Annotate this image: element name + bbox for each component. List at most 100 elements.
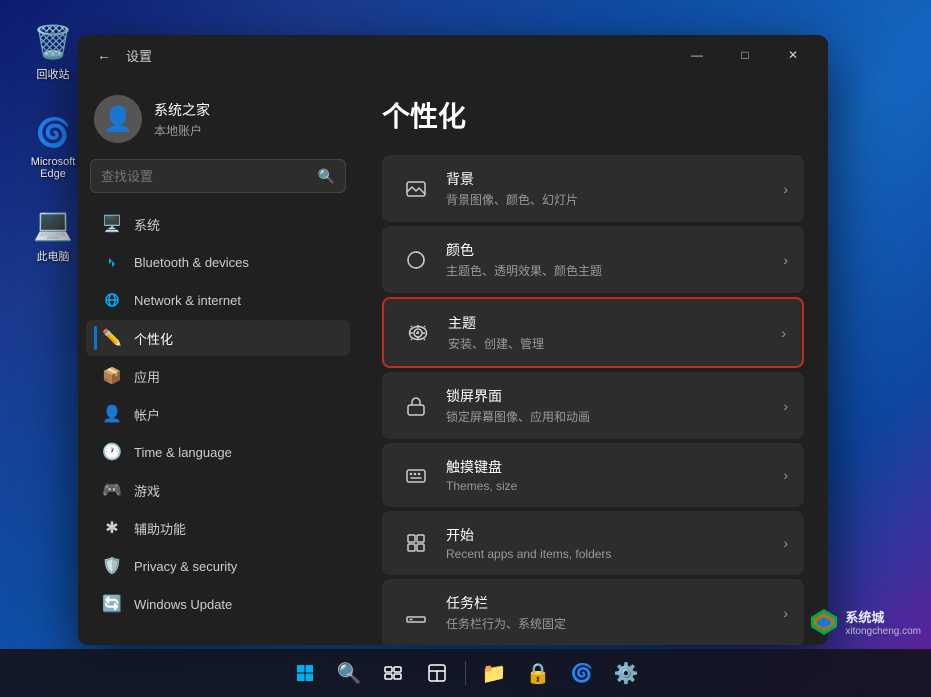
start-title: 开始: [446, 525, 783, 545]
recycle-bin-icon: 🗑️: [33, 22, 73, 62]
lockscreen-icon: [398, 388, 434, 424]
settings-item-lockscreen[interactable]: 锁屏界面 锁定屏幕图像、应用和动画 ›: [382, 372, 804, 439]
sidebar-item-apps[interactable]: 📦 应用: [86, 358, 350, 394]
sidebar-item-gaming-label: 游戏: [134, 481, 160, 500]
update-icon: 🔄: [102, 594, 122, 614]
close-button[interactable]: ✕: [770, 39, 816, 71]
user-subtitle: 本地账户: [154, 122, 210, 139]
system-icon: 🖥️: [102, 214, 122, 234]
start-sub: Recent apps and items, folders: [446, 547, 783, 561]
watermark-text: 系统城 xitongcheng.com: [845, 607, 921, 637]
maximize-button[interactable]: □: [722, 39, 768, 71]
taskbar-icon: [398, 595, 434, 631]
sidebar-item-update[interactable]: 🔄 Windows Update: [86, 586, 350, 622]
widgets-button[interactable]: [417, 653, 457, 693]
edge-label: Microsoft Edge: [22, 156, 84, 180]
sidebar-item-network[interactable]: Network & internet: [86, 282, 350, 318]
start-arrow: ›: [783, 535, 788, 551]
thispc-label: 此电脑: [37, 248, 70, 264]
gaming-icon: 🎮: [102, 480, 122, 500]
taskbar-arrow: ›: [783, 605, 788, 621]
personalization-icon: ✏️: [102, 328, 122, 348]
sidebar-item-accessibility[interactable]: ✱ 辅助功能: [86, 510, 350, 546]
lockscreen-text: 锁屏界面 锁定屏幕图像、应用和动画: [446, 386, 783, 425]
privacy-icon: 🛡️: [102, 556, 122, 576]
themes-text: 主题 安装、创建、管理: [448, 313, 781, 352]
edge-icon: 🌀: [33, 112, 73, 152]
lockscreen-sub: 锁定屏幕图像、应用和动画: [446, 408, 783, 425]
edge-taskbar-button[interactable]: 🌀: [562, 653, 602, 693]
sidebar-item-privacy[interactable]: 🛡️ Privacy & security: [86, 548, 350, 584]
watermark: 系统城 xitongcheng.com: [809, 607, 921, 637]
user-info: 系统之家 本地账户: [154, 100, 210, 139]
sidebar-item-personalization-label: 个性化: [134, 329, 173, 348]
sidebar-item-bluetooth[interactable]: Bluetooth & devices: [86, 244, 350, 280]
sidebar-item-time[interactable]: 🕐 Time & language: [86, 434, 350, 470]
lockscreen-title: 锁屏界面: [446, 386, 783, 406]
watermark-diamond-icon: [809, 607, 839, 637]
sidebar-item-accessibility-label: 辅助功能: [134, 519, 186, 538]
settings-item-touchkeyboard[interactable]: 触摸键盘 Themes, size ›: [382, 443, 804, 507]
taskbar-sub: 任务栏行为、系统固定: [446, 615, 783, 632]
touchkeyboard-icon: [398, 457, 434, 493]
sidebar-item-system[interactable]: 🖥️ 系统: [86, 206, 350, 242]
back-button[interactable]: ←: [90, 41, 118, 69]
minimize-button[interactable]: —: [674, 39, 720, 71]
main-panel: 个性化 背景 背景图像、颜色、幻灯片 ›: [358, 75, 828, 645]
sidebar-item-network-label: Network & internet: [134, 293, 241, 308]
title-bar: ← 设置 — □ ✕: [78, 35, 828, 75]
taskbar-title: 任务栏: [446, 593, 783, 613]
start-icon: [398, 525, 434, 561]
avatar-icon: 👤: [103, 105, 133, 134]
settings-item-themes[interactable]: 主题 安装、创建、管理 ›: [382, 297, 804, 368]
settings-body: 👤 系统之家 本地账户 🔍 🖥️ 系统: [78, 75, 828, 645]
lock-taskbar-button[interactable]: 🔒: [518, 653, 558, 693]
search-icon: 🔍: [318, 168, 335, 185]
settings-taskbar-button[interactable]: ⚙️: [606, 653, 646, 693]
thispc-icon: 💻: [33, 204, 73, 244]
apps-icon: 📦: [102, 366, 122, 386]
explorer-taskbar-button[interactable]: 📁: [474, 653, 514, 693]
accounts-icon: 👤: [102, 404, 122, 424]
background-text: 背景 背景图像、颜色、幻灯片: [446, 169, 783, 208]
accessibility-icon: ✱: [102, 518, 122, 538]
background-title: 背景: [446, 169, 783, 189]
sidebar-item-personalization[interactable]: ✏️ 个性化: [86, 320, 350, 356]
themes-title: 主题: [448, 313, 781, 333]
sidebar-item-accounts[interactable]: 👤 帐户: [86, 396, 350, 432]
sidebar-item-update-label: Windows Update: [134, 597, 232, 612]
search-box[interactable]: 🔍: [90, 159, 346, 193]
start-text: 开始 Recent apps and items, folders: [446, 525, 783, 561]
user-name: 系统之家: [154, 100, 210, 120]
taskbar: 🔍 📁 🔒 🌀 ⚙️: [0, 649, 931, 697]
settings-item-start[interactable]: 开始 Recent apps and items, folders ›: [382, 511, 804, 575]
search-input[interactable]: [101, 169, 318, 184]
panel-title: 个性化: [382, 95, 804, 135]
user-profile[interactable]: 👤 系统之家 本地账户: [78, 83, 358, 159]
background-sub: 背景图像、颜色、幻灯片: [446, 191, 783, 208]
settings-item-colors[interactable]: 颜色 主题色、透明效果、颜色主题 ›: [382, 226, 804, 293]
sidebar-item-time-label: Time & language: [134, 445, 232, 460]
touchkeyboard-title: 触摸键盘: [446, 457, 783, 477]
bluetooth-icon: [102, 252, 122, 272]
start-button[interactable]: [285, 653, 325, 693]
settings-item-taskbar[interactable]: 任务栏 任务栏行为、系统固定 ›: [382, 579, 804, 645]
themes-arrow: ›: [781, 325, 786, 341]
settings-item-background[interactable]: 背景 背景图像、颜色、幻灯片 ›: [382, 155, 804, 222]
recycle-bin-label: 回收站: [37, 66, 70, 82]
colors-title: 颜色: [446, 240, 783, 260]
colors-arrow: ›: [783, 252, 788, 268]
lockscreen-arrow: ›: [783, 398, 788, 414]
window-controls: — □ ✕: [674, 39, 816, 71]
sidebar-item-privacy-label: Privacy & security: [134, 559, 237, 574]
sidebar-item-apps-label: 应用: [134, 367, 160, 386]
sidebar-item-bluetooth-label: Bluetooth & devices: [134, 255, 249, 270]
avatar: 👤: [94, 95, 142, 143]
network-icon: [102, 290, 122, 310]
sidebar-item-gaming[interactable]: 🎮 游戏: [86, 472, 350, 508]
taskview-button[interactable]: [373, 653, 413, 693]
search-taskbar-button[interactable]: 🔍: [329, 653, 369, 693]
time-icon: 🕐: [102, 442, 122, 462]
taskbar-divider: [465, 661, 466, 685]
window-title: 设置: [126, 46, 674, 65]
